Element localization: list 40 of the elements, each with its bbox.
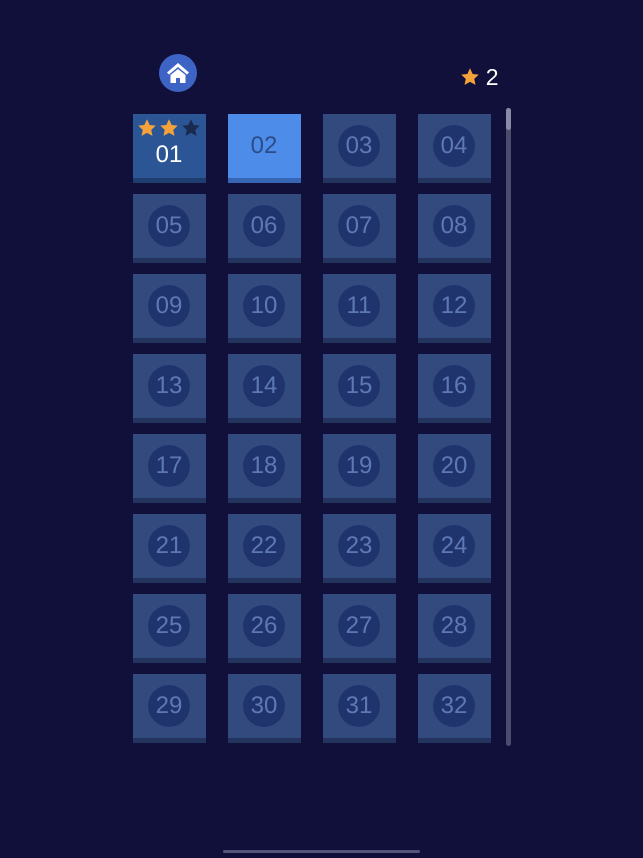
level-tile[interactable]: 01 xyxy=(132,114,206,183)
locked-level-tile[interactable]: 25 xyxy=(132,594,206,663)
locked-level-tile[interactable]: 26 xyxy=(228,594,300,663)
star-count: 2 xyxy=(486,64,498,90)
home-icon xyxy=(166,62,190,84)
locked-level-tile[interactable]: 30 xyxy=(228,674,300,743)
locked-level-tile[interactable]: 19 xyxy=(322,434,396,503)
locked-level-tile[interactable]: 32 xyxy=(418,674,490,743)
locked-level-tile[interactable]: 04 xyxy=(418,114,490,183)
locked-level-tile[interactable]: 09 xyxy=(132,274,206,343)
level-tile[interactable]: 02 xyxy=(228,114,300,183)
locked-level-tile[interactable]: 23 xyxy=(322,514,396,583)
home-button[interactable] xyxy=(158,54,196,92)
locked-level-tile[interactable]: 16 xyxy=(418,354,490,423)
locked-level-tile[interactable]: 27 xyxy=(322,594,396,663)
star-icon xyxy=(136,118,156,138)
locked-level-tile[interactable]: 10 xyxy=(228,274,300,343)
locked-level-tile[interactable]: 20 xyxy=(418,434,490,503)
locked-level-tile[interactable]: 05 xyxy=(132,194,206,263)
scrollbar[interactable] xyxy=(506,108,510,746)
star-icon xyxy=(460,67,480,87)
locked-level-tile[interactable]: 11 xyxy=(322,274,396,343)
locked-level-tile[interactable]: 07 xyxy=(322,194,396,263)
locked-level-tile[interactable]: 06 xyxy=(228,194,300,263)
locked-level-tile[interactable]: 14 xyxy=(228,354,300,423)
locked-level-tile[interactable]: 15 xyxy=(322,354,396,423)
star-icon xyxy=(158,118,178,138)
locked-level-tile[interactable]: 12 xyxy=(418,274,490,343)
locked-level-tile[interactable]: 28 xyxy=(418,594,490,663)
locked-level-tile[interactable]: 24 xyxy=(418,514,490,583)
locked-level-tile[interactable]: 22 xyxy=(228,514,300,583)
locked-level-tile[interactable]: 21 xyxy=(132,514,206,583)
locked-level-tile[interactable]: 03 xyxy=(322,114,396,183)
locked-level-tile[interactable]: 29 xyxy=(132,674,206,743)
locked-level-tile[interactable]: 18 xyxy=(228,434,300,503)
star-icon xyxy=(180,118,200,138)
locked-level-tile[interactable]: 31 xyxy=(322,674,396,743)
locked-level-tile[interactable]: 17 xyxy=(132,434,206,503)
locked-level-tile[interactable]: 08 xyxy=(418,194,490,263)
locked-level-tile[interactable]: 13 xyxy=(132,354,206,423)
